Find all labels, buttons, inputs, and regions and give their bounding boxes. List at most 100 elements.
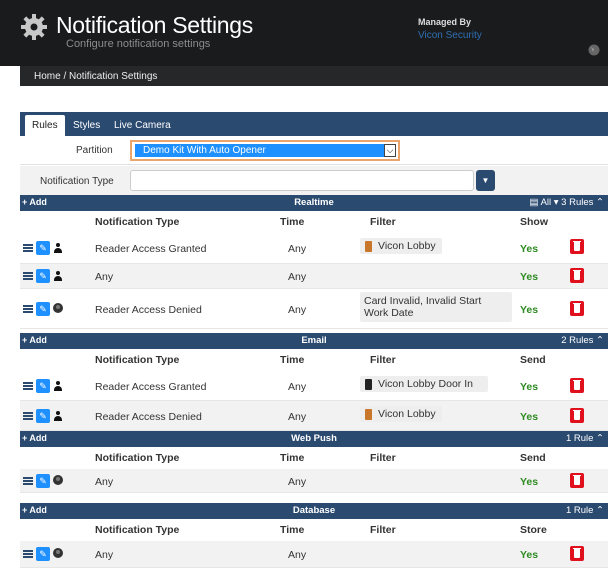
list-icon[interactable] (23, 272, 33, 280)
gear-icon (21, 14, 47, 40)
section-rules-toggle[interactable]: 1 Rule ⌃ (566, 433, 604, 444)
row-time: Any (288, 411, 307, 423)
partition-label: Partition (76, 145, 113, 156)
breadcrumb-text[interactable]: Home / Notification Settings (34, 71, 157, 82)
row-store[interactable]: Yes (520, 549, 538, 561)
col-time: Time (280, 452, 305, 464)
row-show[interactable]: Yes (520, 243, 538, 255)
section-title: Email (301, 335, 327, 346)
edit-icon[interactable]: ✎ (36, 474, 50, 488)
section-rules-toggle[interactable]: ▤ All ▾ 3 Rules ⌃ (529, 197, 604, 208)
list-icon[interactable] (23, 244, 33, 252)
row-send[interactable]: Yes (520, 381, 538, 393)
row-filter: Vicon Lobby (360, 406, 442, 422)
list-icon[interactable] (23, 305, 33, 313)
row-time: Any (288, 243, 307, 255)
col-filter: Filter (370, 524, 396, 536)
chevron-down-icon[interactable]: ⌵ (384, 144, 396, 157)
col-notification-type: Notification Type (95, 354, 180, 366)
edit-icon[interactable]: ✎ (36, 269, 50, 283)
row-time: Any (288, 271, 307, 283)
list-icon[interactable] (23, 477, 33, 485)
col-show: Show (520, 216, 548, 228)
edit-icon[interactable]: ✎ (36, 302, 50, 316)
partition-row: Partition Demo Kit With Auto Opener ⌵ (20, 136, 608, 165)
row-time: Any (288, 476, 307, 488)
edit-icon[interactable]: ✎ (36, 409, 50, 423)
row-show[interactable]: Yes (520, 271, 538, 283)
row-type: Reader Access Granted (95, 243, 207, 255)
notification-type-select[interactable] (130, 170, 474, 191)
row-type: Any (95, 476, 114, 488)
list-icon[interactable] (23, 412, 33, 420)
tab-styles[interactable]: Styles (66, 115, 107, 136)
tab-rules[interactable]: Rules (25, 115, 65, 136)
door-icon (365, 409, 372, 420)
col-filter: Filter (370, 216, 396, 228)
table-row: ✎ Reader Access Denied Any Vicon Lobby Y… (20, 401, 608, 431)
partition-select[interactable]: Demo Kit With Auto Opener ⌵ (130, 140, 400, 161)
section-rules-toggle[interactable]: 1 Rule ⌃ (566, 505, 604, 516)
app-header: Notification Settings Configure notifica… (0, 0, 608, 66)
person-icon (54, 271, 62, 281)
row-type: Reader Access Denied (95, 304, 202, 316)
row-filter: Vicon Lobby Door In (360, 376, 488, 392)
table-row: ✎ Reader Access Granted Any Vicon Lobby … (20, 371, 608, 401)
col-filter: Filter (370, 452, 396, 464)
edit-icon[interactable]: ✎ (36, 547, 50, 561)
list-icon[interactable] (23, 550, 33, 558)
managed-by-label: Managed By (418, 17, 472, 27)
main-panel: Rules Styles Live Camera Partition Demo … (20, 112, 608, 575)
col-send: Send (520, 452, 546, 464)
col-notification-type: Notification Type (95, 452, 180, 464)
edit-icon[interactable]: ✎ (36, 241, 50, 255)
trash-icon[interactable] (570, 301, 584, 316)
trash-icon[interactable] (570, 408, 584, 423)
chevron-down-icon[interactable]: ▼ (476, 170, 495, 191)
row-send[interactable]: Yes (520, 476, 538, 488)
trash-icon[interactable] (570, 268, 584, 283)
row-show[interactable]: Yes (520, 304, 538, 316)
row-send[interactable]: Yes (520, 411, 538, 423)
notification-type-row: Notification Type ▼ (20, 166, 608, 195)
managed-by-link[interactable]: Vicon Security (418, 30, 482, 41)
col-time: Time (280, 216, 305, 228)
row-type: Reader Access Granted (95, 381, 207, 393)
page-subtitle: Configure notification settings (66, 38, 211, 50)
section-title: Database (292, 505, 336, 516)
col-send: Send (520, 354, 546, 366)
col-notification-type: Notification Type (95, 216, 180, 228)
row-filter: Card Invalid, Invalid Start Work Date (360, 292, 512, 322)
list-icon[interactable] (23, 382, 33, 390)
table-row: ✎ Any Any Yes (20, 469, 608, 493)
column-headers: Notification Type Time Filter Show (20, 211, 608, 233)
section-header: + Add Database 1 Rule ⌃ (20, 503, 608, 519)
column-headers: Notification Type Time Filter Store (20, 519, 608, 541)
table-row: ✎ Reader Access Granted Any Vicon Lobby … (20, 233, 608, 264)
trash-icon[interactable] (570, 239, 584, 254)
section-title: Web Push (291, 433, 337, 444)
breadcrumb: Home / Notification Settings (20, 66, 608, 86)
person-icon (54, 381, 62, 391)
edit-icon[interactable]: ✎ (36, 379, 50, 393)
table-row: ✎ Any Any Yes (20, 541, 608, 568)
trash-icon[interactable] (570, 473, 584, 488)
column-headers: Notification Type Time Filter Send (20, 349, 608, 371)
row-time: Any (288, 304, 307, 316)
globe-icon (53, 548, 63, 558)
globe-icon[interactable] (588, 44, 600, 56)
trash-icon[interactable] (570, 546, 584, 561)
tab-live-camera[interactable]: Live Camera (107, 115, 178, 136)
person-icon (54, 411, 62, 421)
table-row: ✎ Any Any Yes (20, 264, 608, 289)
row-filter: Vicon Lobby (360, 238, 442, 254)
door-icon (365, 379, 372, 390)
row-type: Any (95, 271, 114, 283)
row-time: Any (288, 381, 307, 393)
person-icon (54, 243, 62, 253)
globe-icon (53, 303, 63, 313)
row-type: Reader Access Denied (95, 411, 202, 423)
section-rules-toggle[interactable]: 2 Rules ⌃ (561, 335, 604, 346)
tab-bar: Rules Styles Live Camera (20, 112, 608, 136)
trash-icon[interactable] (570, 378, 584, 393)
